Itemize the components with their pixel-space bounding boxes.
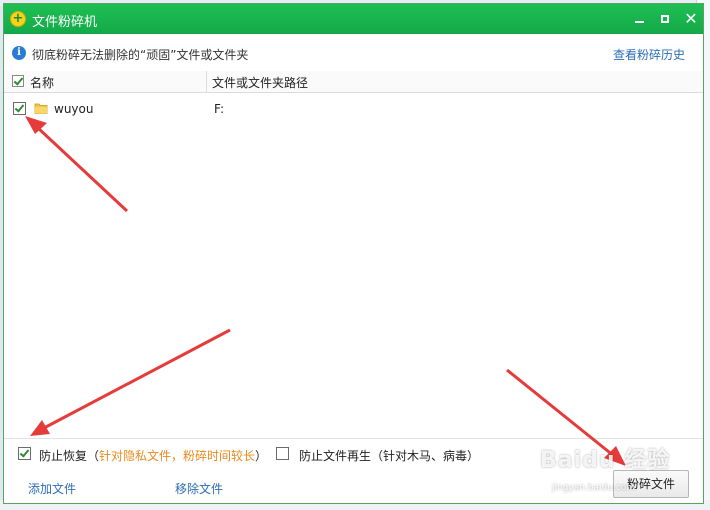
- minimize-icon: [634, 20, 644, 23]
- list-header: 名称 文件或文件夹路径: [4, 71, 703, 93]
- row-name: wuyou: [54, 102, 94, 116]
- select-all-checkbox[interactable]: [12, 75, 24, 87]
- add-file-link[interactable]: 添加文件: [28, 480, 76, 497]
- maximize-button[interactable]: [654, 8, 676, 30]
- window-title: 文件粉碎机: [32, 15, 98, 30]
- watermark-logo: Baidu 经验: [540, 448, 671, 473]
- prevent-regen-checkbox[interactable]: [276, 447, 289, 460]
- maximize-icon: [661, 15, 669, 23]
- info-icon: i: [12, 46, 26, 60]
- row-checkbox[interactable]: [13, 102, 26, 115]
- minimize-button[interactable]: [628, 8, 650, 30]
- prevent-regen-label[interactable]: 防止文件再生（针对木马、病毒）: [299, 447, 479, 464]
- paren-open: （: [87, 449, 100, 463]
- info-bar: i 彻底粉碎无法删除的“顽固”文件或文件夹 查看粉碎历史: [4, 35, 703, 72]
- prevent-recovery-label[interactable]: 防止恢复（针对隐私文件，粉碎时间较长）: [39, 447, 267, 464]
- prevent-recovery-text: 防止恢复: [39, 449, 88, 463]
- info-text: 彻底粉碎无法删除的“顽固”文件或文件夹: [32, 48, 249, 62]
- title-bar[interactable]: + 文件粉碎机 ✕: [4, 4, 703, 34]
- row-path: F:: [214, 102, 225, 116]
- folder-icon: [34, 103, 48, 114]
- paren-close: ）: [255, 449, 268, 463]
- remove-file-link[interactable]: 移除文件: [175, 480, 223, 497]
- watermark-url: jingyan.baidu.com: [552, 483, 636, 493]
- file-list: wuyou F:: [4, 93, 703, 438]
- file-shredder-window: + 文件粉碎机 ✕ i 彻底粉碎无法删除的“顽固”文件或文件夹 查看粉碎历史 名…: [3, 3, 704, 504]
- prevent-recovery-note: 针对隐私文件，粉碎时间较长: [99, 449, 256, 463]
- app-logo-icon: +: [10, 11, 26, 27]
- close-button[interactable]: ✕: [680, 8, 702, 30]
- column-divider[interactable]: [206, 71, 207, 92]
- list-item[interactable]: wuyou F:: [4, 97, 703, 119]
- view-history-link[interactable]: 查看粉碎历史: [613, 46, 685, 63]
- close-icon: ✕: [684, 9, 698, 28]
- prevent-recovery-checkbox[interactable]: [18, 447, 31, 460]
- column-header-path[interactable]: 文件或文件夹路径: [212, 74, 308, 91]
- column-header-name[interactable]: 名称: [30, 74, 54, 91]
